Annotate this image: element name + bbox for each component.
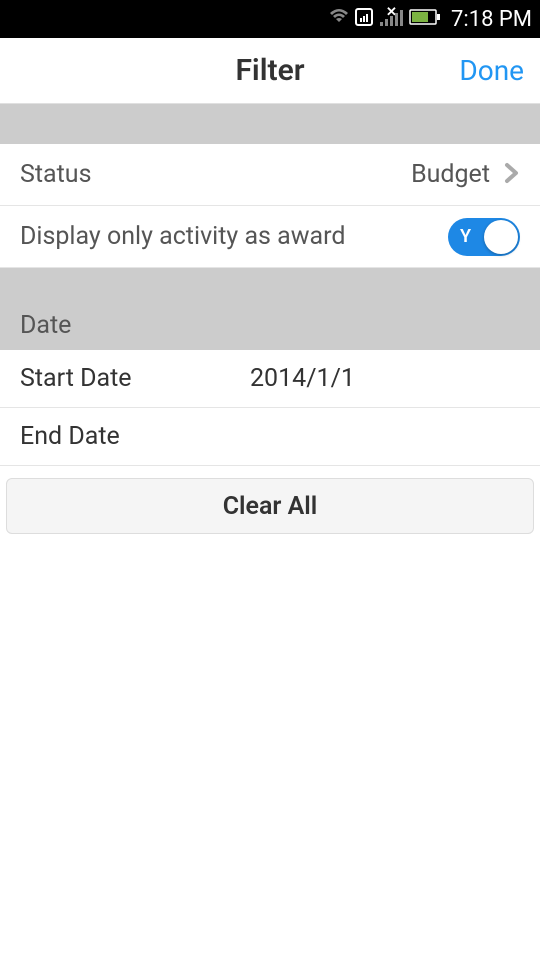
- end-date-label: End Date: [20, 422, 250, 451]
- chevron-right-icon: [504, 161, 520, 189]
- status-bar: ✕ 7:18 PM: [0, 0, 540, 38]
- clear-all-button[interactable]: Clear All: [6, 478, 534, 534]
- page-title: Filter: [235, 53, 304, 88]
- clear-button-container: Clear All: [0, 466, 540, 546]
- status-label: Status: [20, 160, 411, 189]
- start-date-value: 2014/1/1: [250, 364, 355, 393]
- start-date-row[interactable]: Start Date 2014/1/1: [0, 350, 540, 408]
- date-section-header: Date: [0, 268, 540, 350]
- signal-icon: ✕: [378, 6, 406, 32]
- display-award-label: Display only activity as award: [20, 222, 448, 251]
- display-award-row: Display only activity as award Y: [0, 206, 540, 268]
- section-gap: [0, 104, 540, 144]
- header: Filter Done: [0, 38, 540, 104]
- done-button[interactable]: Done: [459, 54, 524, 87]
- status-row[interactable]: Status Budget: [0, 144, 540, 206]
- display-award-toggle[interactable]: Y: [448, 218, 520, 256]
- battery-icon: [409, 8, 441, 30]
- toggle-knob: [484, 220, 518, 254]
- end-date-row[interactable]: End Date: [0, 408, 540, 466]
- date-header-label: Date: [20, 311, 71, 340]
- wifi-icon: [328, 8, 350, 30]
- toggle-state-label: Y: [460, 226, 471, 247]
- data-icon: [353, 6, 375, 32]
- status-bar-icons: ✕: [328, 6, 441, 32]
- start-date-label: Start Date: [20, 364, 250, 393]
- status-time: 7:18 PM: [451, 7, 532, 32]
- clear-all-label: Clear All: [223, 492, 318, 521]
- status-value: Budget: [411, 160, 490, 189]
